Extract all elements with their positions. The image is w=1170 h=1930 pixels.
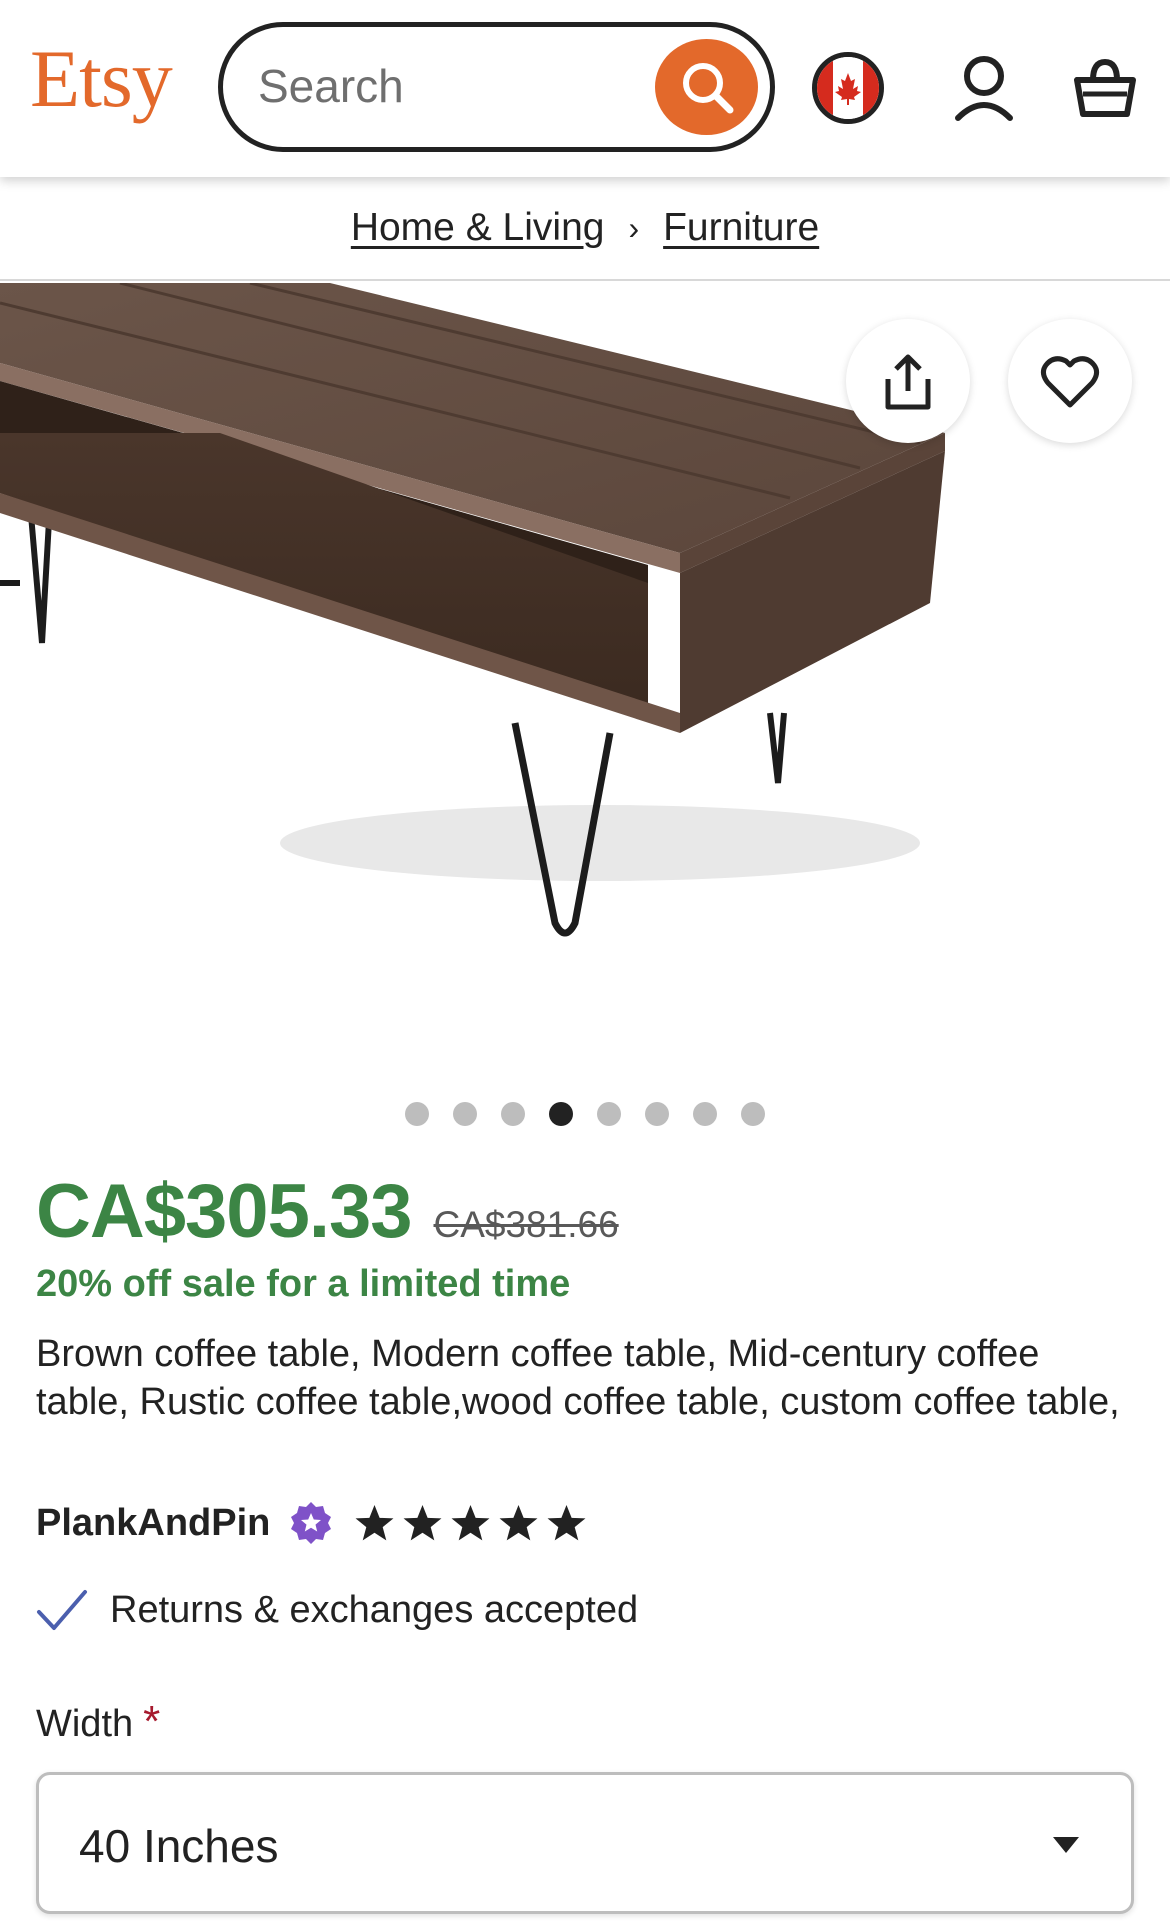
price-row: CA$305.33 CA$381.66 — [36, 1168, 619, 1255]
breadcrumb-home-living[interactable]: Home & Living — [351, 206, 605, 250]
checkmark-icon — [37, 1590, 87, 1630]
shop-name-link[interactable]: PlankAndPin — [36, 1502, 270, 1545]
required-asterisk: * — [143, 1697, 161, 1746]
heart-icon — [1040, 356, 1100, 408]
original-price: CA$381.66 — [433, 1204, 619, 1245]
product-title: Brown coffee table, Modern coffee table,… — [36, 1333, 1120, 1423]
pagination-dot[interactable] — [453, 1102, 477, 1126]
search-input[interactable] — [258, 55, 638, 117]
top-header: Etsy — [0, 0, 1170, 177]
width-label-text: Width — [36, 1703, 134, 1745]
star-icon — [355, 1504, 394, 1540]
star-icon — [451, 1504, 490, 1540]
pagination-dot[interactable] — [645, 1102, 669, 1126]
returns-text: Returns & exchanges accepted — [110, 1588, 639, 1631]
search-icon — [682, 63, 733, 114]
favorite-button[interactable] — [1008, 319, 1132, 443]
etsy-logo[interactable]: Etsy — [30, 38, 173, 120]
breadcrumb-furniture[interactable]: Furniture — [663, 206, 819, 250]
sale-note: 20% off sale for a limited time — [36, 1263, 571, 1305]
breadcrumb: Home & Living › Furniture — [0, 177, 1170, 281]
sale-price: CA$305.33 — [36, 1169, 412, 1254]
rating-stars[interactable] — [354, 1503, 587, 1544]
search-button[interactable] — [655, 39, 758, 135]
pagination-dot[interactable] — [405, 1102, 429, 1126]
pagination-dot[interactable] — [693, 1102, 717, 1126]
chevron-right-icon: › — [628, 209, 640, 246]
pagination-dot[interactable] — [501, 1102, 525, 1126]
product-image[interactable] — [0, 283, 1170, 1063]
star-seller-icon — [291, 1502, 332, 1544]
share-button[interactable] — [846, 319, 970, 443]
search-bar[interactable] — [218, 22, 775, 152]
canada-flag-icon — [817, 57, 879, 119]
star-icon — [499, 1504, 538, 1540]
shop-row: PlankAndPin — [36, 1500, 587, 1546]
cart-button[interactable] — [1072, 52, 1138, 124]
account-icon — [955, 56, 1013, 121]
star-icon — [403, 1504, 442, 1540]
pagination-dot[interactable] — [741, 1102, 765, 1126]
cart-icon — [1074, 58, 1136, 117]
coffee-table-photo — [0, 283, 945, 937]
pagination-dot[interactable] — [597, 1102, 621, 1126]
account-button[interactable] — [948, 48, 1020, 128]
caret-down-icon — [1053, 1837, 1079, 1853]
returns-policy: Returns & exchanges accepted — [36, 1588, 638, 1632]
width-label: Width * — [36, 1697, 160, 1747]
country-selector[interactable] — [812, 52, 884, 124]
product-page: Etsy Search Home & Living › Furniture CA… — [0, 0, 1170, 1930]
width-select[interactable]: 40 Inches — [36, 1772, 1134, 1914]
pagination-dot-active[interactable] — [549, 1102, 573, 1126]
star-icon — [547, 1504, 586, 1540]
width-select-value: 40 Inches — [79, 1820, 279, 1872]
share-icon — [885, 354, 931, 410]
image-pagination — [0, 1102, 1170, 1126]
